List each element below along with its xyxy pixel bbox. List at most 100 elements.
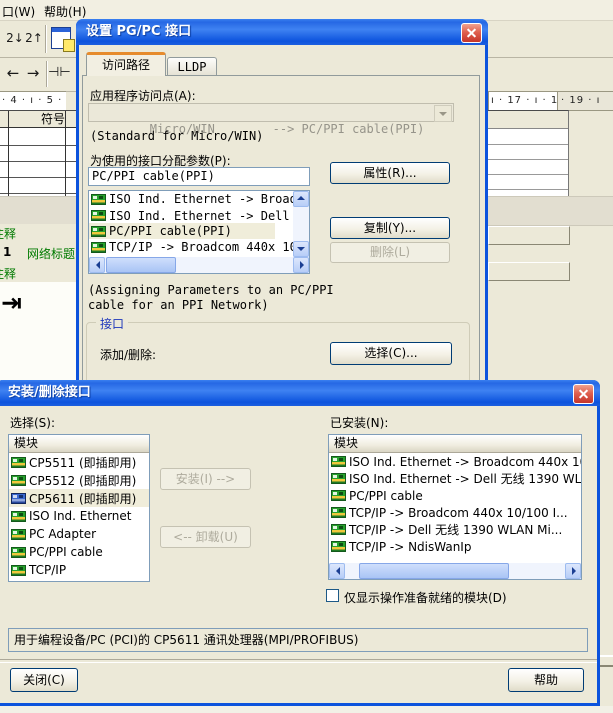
scroll-right-icon[interactable] bbox=[293, 257, 309, 273]
network-number: 1 bbox=[3, 245, 11, 259]
module-column-header[interactable]: 模块 bbox=[329, 435, 581, 453]
dialog-set-pgpc-interface: 设置 PG/PC 接口 访问路径 LLDP 应用程序访问点(A): Micro/… bbox=[76, 19, 488, 387]
module-description-box: 用于编程设备/PC (PCI)的 CP5611 通讯处理器(MPI/PROFIB… bbox=[8, 628, 588, 652]
list-item[interactable]: ISO Ind. Ethernet -> Dell 无 bbox=[89, 207, 309, 223]
sort-descending-icon[interactable]: 2↓ bbox=[5, 28, 25, 48]
scroll-up-icon[interactable] bbox=[293, 191, 309, 207]
list-item[interactable]: TCP/IP -> Dell 无线 1390 WLAN Mi... bbox=[329, 521, 581, 538]
dialog2-titlebar[interactable]: 安装/删除接口 bbox=[0, 380, 600, 406]
install-button[interactable]: 安装(I) --> bbox=[160, 468, 251, 490]
comment-row-right bbox=[488, 262, 570, 281]
network-row-right bbox=[488, 226, 570, 245]
network-card-icon bbox=[11, 547, 26, 558]
scroll-down-icon[interactable] bbox=[293, 241, 309, 257]
tab-lldp[interactable]: LLDP bbox=[167, 57, 217, 76]
close-button[interactable]: 关闭(C) bbox=[10, 668, 78, 692]
uninstall-button[interactable]: <-- 卸载(U) bbox=[160, 526, 251, 548]
interface-group-label: 接口 bbox=[96, 315, 128, 332]
network-card-icon bbox=[331, 456, 346, 467]
background-edge bbox=[598, 650, 613, 674]
dialog2-title: 安装/删除接口 bbox=[0, 385, 91, 400]
select-label: 选择(S): bbox=[10, 414, 55, 431]
list-item-selected[interactable]: CP5611 (即插即用) bbox=[9, 489, 149, 507]
list-item[interactable]: TCP/IP -> Broadcom 440x 10/100 I... bbox=[329, 504, 581, 521]
scroll-left-icon[interactable] bbox=[329, 563, 345, 579]
vertical-scrollbar[interactable] bbox=[293, 191, 309, 257]
menu-bar: 口(W) 帮助(H) bbox=[0, 0, 613, 21]
select-button[interactable]: 选择(C)... bbox=[330, 342, 452, 365]
network-card-icon-selected bbox=[11, 493, 26, 504]
symbol-table: 符号 bbox=[0, 110, 76, 197]
dialog1-close-icon[interactable] bbox=[461, 23, 482, 43]
ladder-cursor-icon: ⇥ bbox=[1, 290, 22, 315]
list-item[interactable]: ISO Ind. Ethernet -> Broadcom 440x 10/10… bbox=[329, 453, 581, 470]
scroll-left-icon[interactable] bbox=[89, 257, 105, 273]
app-access-point-combobox: Micro/WIN --> PC/PPI cable(PPI) bbox=[88, 103, 454, 122]
ladder-editor[interactable]: ⇥ bbox=[0, 282, 76, 380]
module-column-header[interactable]: 模块 bbox=[9, 435, 149, 453]
network-card-icon bbox=[331, 524, 346, 535]
ruler-right-b: · 19 · ı bbox=[557, 91, 613, 111]
installed-modules-listbox[interactable]: 模块 ISO Ind. Ethernet -> Broadcom 440x 10… bbox=[328, 434, 582, 580]
show-ready-checkbox-label[interactable]: 仅显示操作准备就绪的模块(D) bbox=[344, 589, 507, 606]
horizontal-scrollbar[interactable] bbox=[89, 257, 309, 273]
network-card-icon bbox=[91, 210, 106, 221]
sort-ascending-icon[interactable]: 2↑ bbox=[24, 28, 44, 48]
screen: 口(W) 帮助(H) 2↓ 2↑ ← → ⊣⊢ · 4 · ı · 5 · ı … bbox=[0, 0, 613, 713]
list-item-selected[interactable]: PC/PPI cable(PPI) bbox=[89, 223, 275, 239]
list-item[interactable]: CP5511 (即插即用) bbox=[9, 453, 149, 471]
network-title[interactable]: 网络标题 bbox=[27, 245, 75, 262]
list-item[interactable]: TCP/IP -> Broadcom 440x 10/1 bbox=[89, 239, 309, 255]
available-modules-listbox[interactable]: 模块 CP5511 (即插即用) CP5512 (即插即用) CP5611 (即… bbox=[8, 434, 150, 582]
installed-label: 已安装(N): bbox=[330, 414, 388, 431]
contact-icon[interactable]: ⊣⊢ bbox=[48, 63, 68, 83]
network-card-icon bbox=[331, 507, 346, 518]
list-item[interactable]: PC/PPI cable bbox=[329, 487, 581, 504]
app-access-point-label: 应用程序访问点(A): bbox=[90, 87, 196, 104]
standard-note: (Standard for Micro/WIN) bbox=[90, 129, 263, 143]
assigning-note-line1: (Assigning Parameters to an PC/PPI bbox=[88, 283, 334, 297]
delete-button[interactable]: 删除(L) bbox=[330, 242, 450, 263]
assigning-note-line2: cable for an PPI Network) bbox=[88, 298, 269, 312]
add-remove-label: 添加/删除: bbox=[100, 346, 156, 363]
scroll-right-icon[interactable] bbox=[565, 563, 581, 579]
network-card-icon bbox=[91, 226, 106, 237]
list-item[interactable]: ISO Ind. Ethernet -> Broadcc bbox=[89, 191, 309, 207]
list-item[interactable]: ISO Ind. Ethernet bbox=[9, 507, 149, 525]
arrow-left-icon[interactable]: ← bbox=[3, 63, 23, 83]
network-card-icon bbox=[331, 541, 346, 552]
network-card-icon bbox=[91, 194, 106, 205]
copy-button[interactable]: 复制(Y)... bbox=[330, 217, 450, 239]
bottom-strip bbox=[0, 706, 613, 713]
tab-access-path[interactable]: 访问路径 bbox=[86, 52, 166, 76]
comment-row-2: 注释 bbox=[0, 264, 76, 281]
list-item[interactable]: CP5512 (即插即用) bbox=[9, 471, 149, 489]
network-card-icon bbox=[331, 490, 346, 501]
toolbar-separator bbox=[45, 25, 47, 53]
scrollbar-thumb[interactable] bbox=[359, 563, 509, 579]
list-item[interactable]: ISO Ind. Ethernet -> Dell 无线 1390 WLAN M… bbox=[329, 470, 581, 487]
network-card-icon bbox=[11, 457, 26, 468]
network-title-row: 1 网络标题 bbox=[0, 243, 76, 262]
params-input[interactable]: PC/PPI cable(PPI) bbox=[88, 167, 310, 186]
window-copy-icon[interactable] bbox=[51, 27, 71, 49]
show-ready-checkbox[interactable] bbox=[326, 589, 339, 602]
network-card-icon bbox=[331, 473, 346, 484]
ruler-left: · 4 · ı · 5 · ı bbox=[0, 91, 66, 111]
dialog2-body: 选择(S): 已安装(N): 模块 CP5511 (即插即用) CP5512 (… bbox=[0, 406, 597, 703]
network-card-icon bbox=[11, 529, 26, 540]
menu-item-window[interactable]: 口(W) bbox=[2, 3, 35, 20]
dialog1-titlebar[interactable]: 设置 PG/PC 接口 bbox=[76, 19, 488, 45]
help-button[interactable]: 帮助 bbox=[508, 668, 584, 692]
list-item[interactable]: TCP/IP -> NdisWanIp bbox=[329, 538, 581, 555]
interface-listbox[interactable]: ISO Ind. Ethernet -> Broadcc ISO Ind. Et… bbox=[88, 190, 310, 274]
list-item[interactable]: PC/PPI cable bbox=[9, 543, 149, 561]
list-item[interactable]: TCP/IP bbox=[9, 561, 149, 579]
horizontal-scrollbar[interactable] bbox=[329, 563, 581, 579]
scrollbar-thumb[interactable] bbox=[106, 257, 176, 273]
list-item[interactable]: PC Adapter bbox=[9, 525, 149, 543]
arrow-right-icon[interactable]: → bbox=[23, 63, 43, 83]
properties-button[interactable]: 属性(R)... bbox=[330, 162, 450, 184]
menu-item-help[interactable]: 帮助(H) bbox=[44, 3, 86, 20]
dialog2-close-icon[interactable] bbox=[573, 384, 594, 404]
